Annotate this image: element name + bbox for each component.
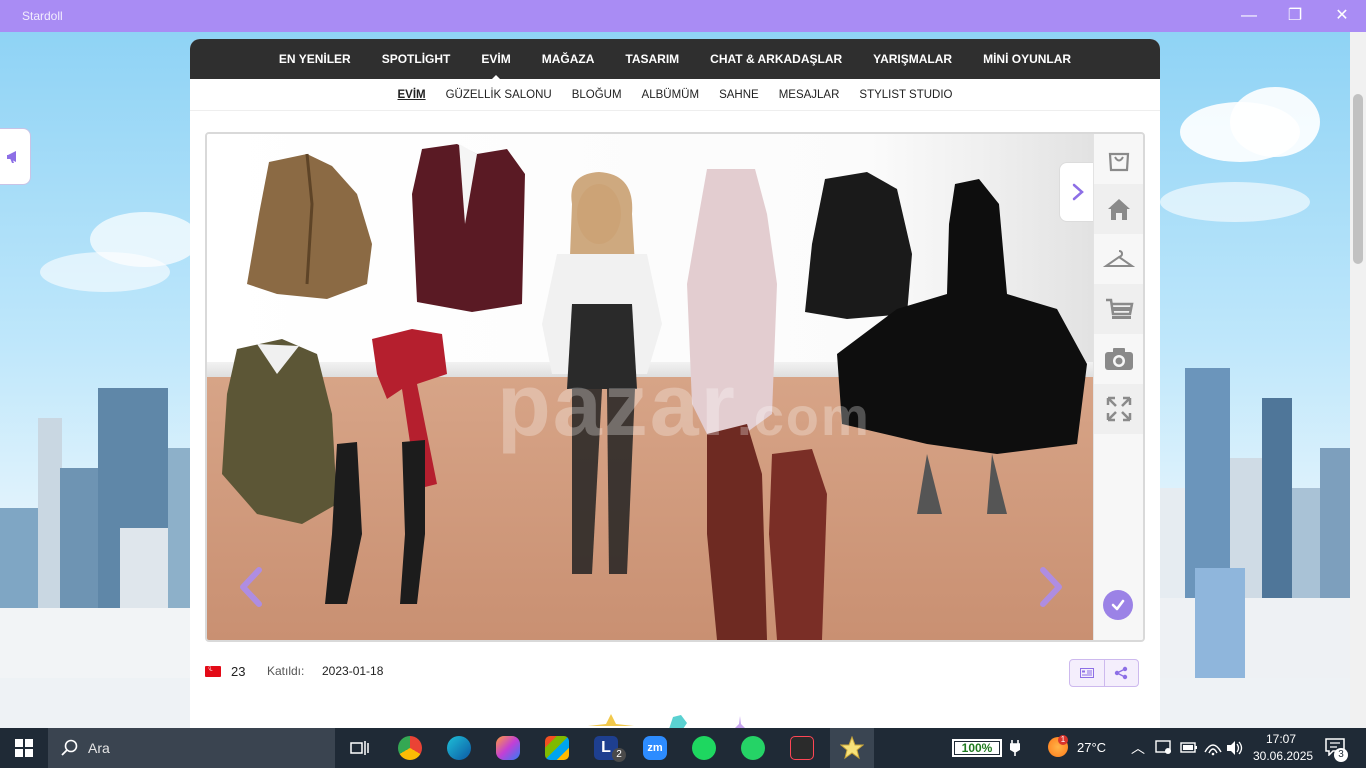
shopping-bag-icon	[1108, 152, 1130, 172]
battery-tray-icon[interactable]	[1180, 741, 1198, 755]
stage-toolbar	[1093, 134, 1143, 640]
search-icon	[61, 739, 78, 756]
whatsapp-icon[interactable]	[741, 736, 765, 760]
watermark: pazar.com	[497, 354, 871, 456]
expand-panel-tab[interactable]	[1059, 162, 1093, 222]
share-button[interactable]	[1103, 660, 1138, 686]
battery-percent: 100%	[961, 741, 993, 755]
watermark-text: pazar	[497, 355, 737, 454]
maximize-icon[interactable]: ❐	[1284, 6, 1306, 26]
windows-taskbar: Ara L 2 zm 100% 1 27°C ︿ 17:07 30.06.202…	[0, 728, 1366, 768]
nav-chat-arkadaslar[interactable]: CHAT & ARKADAŞLAR	[710, 52, 842, 66]
weather-badge: 1	[1058, 735, 1068, 745]
taskbar-search[interactable]: Ara	[48, 728, 335, 768]
page-card: EN YENİLER SPOTLİGHT EVİM MAĞAZA TASARIM…	[190, 39, 1160, 728]
nav-tasarim[interactable]: TASARIM	[625, 52, 679, 66]
minimize-icon[interactable]: —	[1238, 6, 1260, 26]
nav-en-yeniler[interactable]: EN YENİLER	[279, 52, 351, 66]
profile-actions	[1069, 659, 1139, 687]
turkey-flag-icon	[205, 663, 221, 677]
edge-icon[interactable]	[447, 736, 471, 760]
nav-magaza[interactable]: MAĞAZA	[542, 52, 595, 66]
nav-spotlight[interactable]: SPOTLİGHT	[382, 52, 451, 66]
share-icon	[1115, 666, 1128, 680]
notification-count: 3	[1334, 748, 1348, 762]
search-label: Ara	[88, 740, 110, 756]
zoom-icon[interactable]: zm	[643, 736, 667, 760]
tool-home[interactable]	[1094, 184, 1143, 234]
fullscreen-icon	[1106, 396, 1132, 422]
id-card-icon	[1079, 668, 1094, 678]
window-title-bar: Stardoll — ❐ ✕	[0, 0, 1366, 32]
sub-navigation: EVİM GÜZELLİK SALONU BLOĞUM ALBÜMÜM SAHN…	[190, 79, 1160, 111]
user-age: 23	[231, 664, 246, 679]
subnav-evim[interactable]: EVİM	[397, 89, 425, 101]
app-l-badge: 2	[612, 748, 626, 762]
clock-time[interactable]: 17:07	[1266, 732, 1296, 746]
joined-date: 2023-01-18	[322, 664, 384, 678]
subnav-guzellik-salonu[interactable]: GÜZELLİK SALONU	[446, 89, 552, 101]
nav-evim[interactable]: EVİM	[481, 52, 511, 81]
tool-fullscreen[interactable]	[1094, 384, 1143, 434]
clock-date[interactable]: 30.06.2025	[1253, 749, 1313, 763]
valorant-icon[interactable]	[790, 736, 814, 760]
black-fur-jacket-item	[805, 172, 912, 319]
joined-label: Katıldı:	[267, 664, 305, 678]
home-icon	[1108, 199, 1130, 220]
red-fur-coat-item	[707, 424, 767, 640]
tool-cart[interactable]	[1094, 284, 1143, 334]
profile-info: 23 Katıldı: 2023-01-18	[205, 659, 1145, 689]
store-icon[interactable]	[545, 736, 569, 760]
cart-icon	[1106, 298, 1134, 319]
scrollbar-thumb[interactable]	[1353, 94, 1363, 264]
room-scene: pazar.com	[207, 134, 1093, 640]
star-icon	[588, 714, 634, 726]
camera-icon	[1105, 348, 1133, 370]
wifi-icon[interactable]	[1204, 740, 1222, 756]
battery-indicator[interactable]: 100%	[952, 739, 1002, 757]
announcement-tab[interactable]	[0, 128, 31, 185]
spotify-icon[interactable]	[692, 736, 716, 760]
task-view-icon[interactable]	[350, 739, 370, 757]
temperature: 27°C	[1077, 740, 1107, 755]
subnav-sahne[interactable]: SAHNE	[719, 89, 759, 101]
tool-wardrobe[interactable]	[1094, 234, 1143, 284]
subnav-albumum[interactable]: ALBÜMÜM	[642, 89, 700, 101]
gem-icon	[669, 715, 687, 728]
power-plug-icon	[1010, 740, 1020, 756]
copilot-icon[interactable]	[496, 736, 520, 760]
nav-mini-oyunlar[interactable]: MİNİ OYUNLAR	[983, 52, 1071, 66]
subnav-stylist-studio[interactable]: STYLIST STUDIO	[859, 89, 952, 101]
window-title: Stardoll	[22, 9, 63, 23]
chevron-right-icon	[1072, 183, 1084, 201]
tool-shop[interactable]	[1094, 134, 1143, 184]
windows-start-icon[interactable]	[15, 739, 33, 757]
stardoll-star-icon	[840, 736, 864, 760]
profile-card-button[interactable]	[1070, 660, 1104, 686]
watermark-suffix: .com	[736, 387, 871, 447]
checkmark-icon	[1111, 599, 1125, 611]
dressing-room-stage: pazar.com	[205, 132, 1145, 642]
confirm-button[interactable]	[1103, 590, 1133, 620]
hanger-icon	[1103, 250, 1135, 267]
main-navigation: EN YENİLER SPOTLİGHT EVİM MAĞAZA TASARIM…	[190, 39, 1160, 81]
subnav-blogum[interactable]: BLOĞUM	[572, 89, 622, 101]
volume-icon[interactable]	[1226, 740, 1244, 756]
security-icon[interactable]	[1155, 740, 1173, 756]
close-icon[interactable]: ✕	[1331, 6, 1353, 26]
nav-yarismalar[interactable]: YARIŞMALAR	[873, 52, 952, 66]
megaphone-icon	[7, 151, 16, 163]
subnav-mesajlar[interactable]: MESAJLAR	[779, 89, 840, 101]
chrome-icon[interactable]	[398, 736, 422, 760]
chevron-up-icon[interactable]: ︿	[1131, 738, 1145, 758]
sparkle-icon	[735, 716, 745, 728]
prev-arrow-icon[interactable]	[235, 564, 269, 610]
next-arrow-icon[interactable]	[1033, 564, 1067, 610]
tool-camera[interactable]	[1094, 334, 1143, 384]
